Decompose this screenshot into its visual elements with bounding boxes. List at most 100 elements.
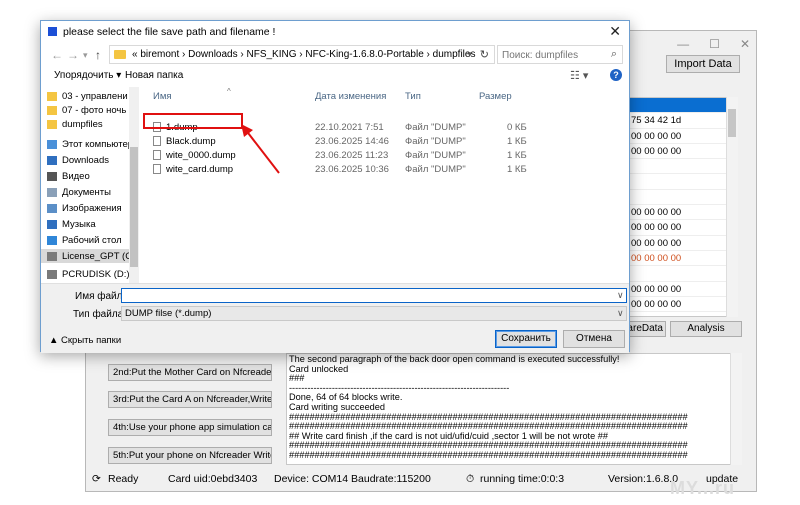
nav-scrollbar-thumb[interactable] — [130, 147, 138, 267]
breadcrumb[interactable]: « biremont › Downloads › NFS_KING › NFC-… — [132, 49, 475, 60]
file-size: 1 КБ — [507, 136, 527, 147]
nav-item[interactable]: 07 - фото ночь — [47, 103, 126, 117]
analysis-button[interactable]: Analysis — [670, 321, 742, 337]
file-date: 23.06.2025 11:23 — [315, 150, 389, 161]
maximize-icon[interactable]: ☐ — [709, 37, 720, 51]
chevron-down-icon[interactable]: ▾ — [467, 49, 472, 60]
chevron-down-icon[interactable]: ∨ — [617, 290, 624, 301]
images-icon — [47, 203, 57, 213]
nav-item[interactable]: Документы — [47, 185, 111, 199]
column-type[interactable]: Тип — [405, 91, 421, 102]
nav-item[interactable]: License_GPT (C:) — [41, 249, 138, 263]
column-name[interactable]: Имя — [153, 91, 172, 102]
nav-item[interactable]: Рабочий стол — [47, 233, 122, 247]
forward-arrow-icon[interactable]: → — [67, 48, 79, 62]
hex-row[interactable] — [627, 174, 737, 190]
hex-row[interactable] — [627, 266, 737, 282]
save-button[interactable]: Сохранить — [495, 330, 557, 348]
hex-data-table: 75 34 42 1d 00 00 00 00 00 00 00 00 00 00 0… — [626, 97, 738, 317]
back-arrow-icon[interactable]: ← — [51, 48, 63, 62]
step-5-button[interactable]: 5th:Put your phone on Nfcreader Write da… — [108, 447, 272, 464]
log-scrollbar[interactable] — [730, 353, 742, 465]
desktop-icon — [47, 235, 57, 245]
column-date[interactable]: Дата изменения — [315, 91, 386, 102]
download-icon — [47, 155, 57, 165]
nav-item-label: Этот компьютер — [62, 138, 134, 150]
log-line: ########################################… — [289, 441, 688, 451]
log-line: The second paragraph of the back door op… — [289, 355, 620, 364]
nav-item[interactable]: dumpfiles — [47, 117, 103, 131]
file-size: 1 КБ — [507, 150, 527, 161]
file-name: Black.dump — [166, 136, 216, 147]
file-type: Файл "DUMP" — [405, 122, 466, 133]
nav-item[interactable]: Музыка — [47, 217, 96, 231]
hex-row[interactable]: 00 00 00 00 — [627, 236, 737, 251]
log-line: ----------------------------------------… — [289, 383, 510, 393]
hex-row[interactable]: 00 00 00 00 — [627, 220, 737, 236]
save-file-dialog: please select the file save path and fil… — [40, 20, 630, 353]
address-bar[interactable]: « biremont › Downloads › NFS_KING › NFC-… — [109, 45, 495, 64]
view-options-icon[interactable]: ☷ ▾ — [570, 69, 588, 82]
file-type: Файл "DUMP" — [405, 136, 466, 147]
hex-row[interactable]: 00 00 00 00 — [627, 144, 737, 160]
minimize-icon[interactable]: — — [677, 37, 689, 51]
search-box[interactable]: ⌕ — [497, 45, 623, 64]
log-output: The second paragraph of the back door op… — [286, 353, 742, 465]
nav-item-label: Документы — [62, 186, 111, 198]
hex-row[interactable]: 00 00 00 00 — [627, 129, 737, 144]
hex-row[interactable] — [627, 190, 737, 206]
log-line: ## Write card finish ,if the card is not… — [289, 431, 608, 441]
nav-item[interactable]: 03 - управлени — [47, 89, 128, 103]
cancel-button[interactable]: Отмена — [563, 330, 625, 348]
up-arrow-icon[interactable]: ↑ — [95, 48, 101, 62]
import-data-button[interactable]: Import Data — [666, 55, 740, 73]
column-headers: Имя ^ Дата изменения Тип Размер — [141, 87, 629, 105]
status-ready: Ready — [108, 473, 139, 485]
nav-item[interactable]: Изображения — [47, 201, 122, 215]
hex-row[interactable]: 00 00 00 00 — [627, 297, 737, 313]
nav-item[interactable]: Видео — [47, 169, 90, 183]
watermark: MY...ru — [670, 478, 736, 498]
close-icon[interactable]: ✕ — [609, 23, 621, 40]
hex-row[interactable] — [627, 159, 737, 175]
log-line: ########################################… — [289, 450, 688, 460]
step-4-button[interactable]: 4th:Use your phone app simulation card A — [108, 419, 272, 436]
hex-row[interactable]: 00 00 00 00 — [627, 282, 737, 297]
log-line: Done, 64 of 64 blocks write. — [289, 393, 403, 403]
hex-scrollbar-thumb[interactable] — [728, 109, 736, 137]
refresh-icon[interactable]: ↻ — [480, 48, 489, 61]
hex-row[interactable]: 00 00 00 00 — [627, 251, 737, 267]
help-icon[interactable]: ? — [610, 69, 622, 81]
file-row[interactable]: wite_0000.dump 23.06.2025 11:23 Файл "DUMP… — [141, 149, 527, 163]
recent-dropdown-icon[interactable]: ▾ — [83, 50, 88, 61]
column-size[interactable]: Размер — [479, 91, 512, 102]
hide-folders-toggle[interactable]: ▲ Скрыть папки — [49, 335, 121, 346]
step-3-button[interactable]: 3rd:Put the Card A on Nfcreader,Write UI… — [108, 391, 272, 408]
organize-button[interactable]: Упорядочить ▾ — [54, 70, 121, 81]
filetype-select[interactable]: DUMP filse (*.dump) — [121, 306, 627, 321]
file-type: Файл "DUMP" — [405, 164, 466, 175]
compare-data-button[interactable]: areData — [626, 321, 666, 337]
dialog-title-bar: please select the file save path and fil… — [41, 21, 629, 43]
app-icon — [48, 27, 57, 36]
nav-item-label: Downloads — [62, 154, 109, 166]
nav-item-label: PCRUDISK (D:) — [62, 268, 130, 280]
hex-row[interactable] — [627, 98, 737, 114]
hex-row[interactable]: 00 00 00 00 — [627, 205, 737, 221]
file-row[interactable]: Black.dump 23.06.2025 14:46 Файл "DUMP" 1 К… — [141, 135, 527, 149]
close-icon[interactable]: ✕ — [740, 37, 750, 51]
ready-icon: ⟳ — [92, 473, 101, 485]
search-input[interactable] — [502, 48, 602, 62]
step-2-button[interactable]: 2nd:Put the Mother Card on Nfcreader ,Re… — [108, 364, 272, 381]
filename-input[interactable] — [121, 288, 627, 303]
nav-item[interactable]: PCRUDISK (D:) — [47, 267, 130, 281]
hex-row[interactable]: 75 34 42 1d — [627, 113, 737, 129]
file-row[interactable]: wite_card.dump 23.06.2025 10:36 Файл "DUMP… — [141, 163, 527, 177]
nav-item[interactable]: Этот компьютер — [47, 137, 133, 151]
chevron-down-icon[interactable]: ∨ — [617, 308, 624, 319]
log-line: ### — [289, 374, 305, 384]
nav-item[interactable]: Downloads — [47, 153, 109, 167]
new-folder-button[interactable]: Новая папка — [125, 70, 183, 81]
file-size: 0 КБ — [507, 122, 527, 133]
file-type: Файл "DUMP" — [405, 150, 466, 161]
